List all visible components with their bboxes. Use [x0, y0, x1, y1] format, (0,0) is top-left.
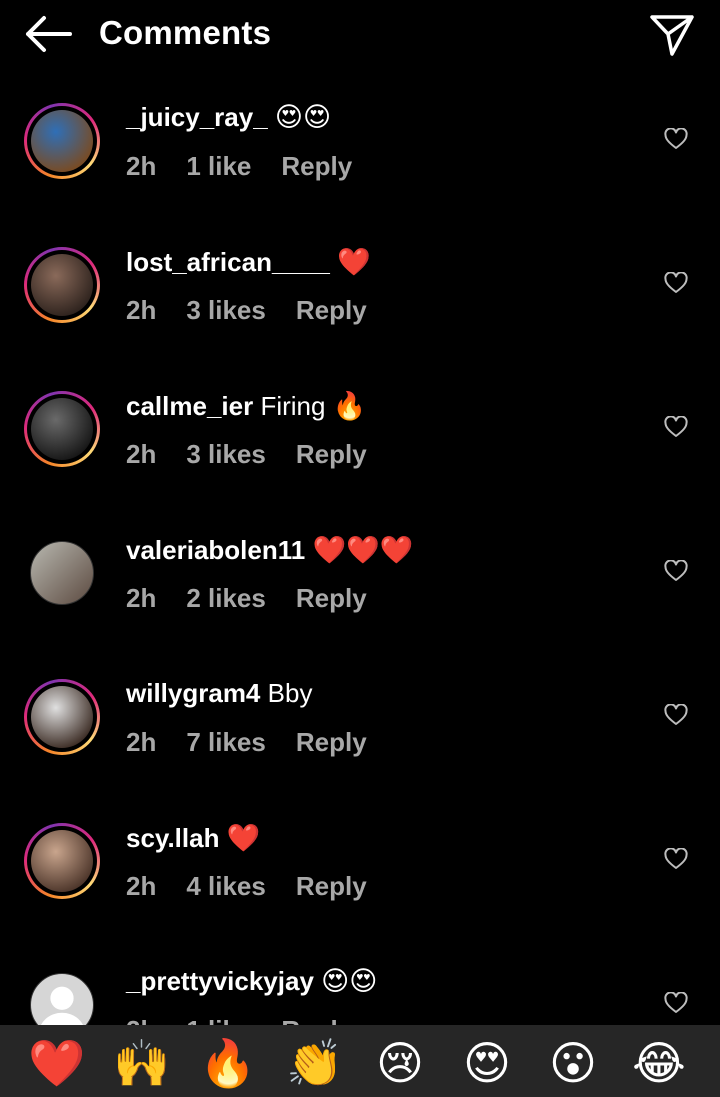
comment-item: callme_ier Firing 🔥 2h 3 likes Reply	[0, 360, 720, 504]
comment-meta: 2h 3 likes Reply	[126, 439, 397, 470]
avatar[interactable]	[24, 535, 100, 611]
avatar[interactable]	[24, 391, 100, 467]
username[interactable]: scy.llah	[126, 823, 219, 853]
comment-emojis: 😍😍	[321, 966, 378, 996]
avatar-image	[31, 254, 93, 316]
comment-item: lost_african____ ❤️ 2h 3 likes Reply	[0, 216, 720, 360]
username[interactable]: willygram4	[126, 678, 260, 708]
likes-count[interactable]: 1 like	[186, 1015, 251, 1025]
reply-button[interactable]: Reply	[296, 871, 367, 901]
avatar[interactable]	[24, 679, 100, 755]
reply-button[interactable]: Reply	[296, 439, 367, 469]
likes-count[interactable]: 7 likes	[186, 727, 266, 757]
comment-emojis: ❤️	[337, 247, 371, 277]
reaction-emoji[interactable]: 👏	[285, 1036, 345, 1090]
reply-button[interactable]: Reply	[296, 295, 367, 325]
comment-time: 2h	[126, 871, 157, 901]
reply-button[interactable]: Reply	[281, 1015, 352, 1025]
comment-meta: 2h 7 likes Reply	[126, 727, 397, 758]
reaction-emoji[interactable]: ❤️	[27, 1036, 87, 1090]
comment-item: willygram4 Bby 2h 7 likes Reply	[0, 648, 720, 792]
reaction-emoji[interactable]: 😍	[457, 1036, 517, 1090]
avatar-image	[31, 830, 93, 892]
comment-meta: 2h 3 likes Reply	[126, 295, 397, 326]
username[interactable]: lost_african____	[126, 247, 330, 277]
default-avatar-icon	[41, 986, 83, 1025]
avatar-image	[31, 686, 93, 748]
reply-button[interactable]: Reply	[296, 583, 367, 613]
avatar-image	[31, 398, 93, 460]
heart-outline-icon[interactable]	[664, 272, 688, 294]
comments-list[interactable]: _juicy_ray_ 😍😍 2h 1 like Reply lost_african_…	[0, 72, 720, 1025]
comment-time: 2h	[126, 295, 157, 325]
comment-meta: 2h 4 likes Reply	[126, 871, 397, 902]
comment-emojis: ❤️❤️❤️	[312, 535, 414, 565]
avatar-image	[31, 110, 93, 172]
likes-count[interactable]: 3 likes	[186, 295, 266, 325]
heart-outline-icon[interactable]	[664, 992, 688, 1014]
comment-item: scy.llah ❤️ 2h 4 likes Reply	[0, 792, 720, 936]
avatar-image	[30, 541, 94, 605]
heart-outline-icon[interactable]	[664, 704, 688, 726]
comment-meta: 2h 2 likes Reply	[126, 583, 397, 614]
heart-outline-icon[interactable]	[664, 848, 688, 870]
comment-body: Firing	[260, 391, 326, 421]
heart-outline-icon[interactable]	[664, 128, 688, 150]
avatar[interactable]	[24, 103, 100, 179]
comment-text: callme_ier Firing 🔥	[126, 390, 366, 422]
comment-text: scy.llah ❤️	[126, 822, 260, 854]
reaction-emoji[interactable]: 🙌	[112, 1036, 172, 1090]
comment-time: 2h	[126, 439, 157, 469]
page-title: Comments	[99, 14, 272, 51]
comment-text: willygram4 Bby	[126, 678, 312, 709]
likes-count[interactable]: 4 likes	[186, 871, 266, 901]
comment-text: _prettyvickyjay 😍😍	[126, 966, 377, 997]
comment-text: valeriabolen11 ❤️❤️❤️	[126, 534, 413, 566]
comment-body: Bby	[267, 678, 313, 708]
username[interactable]: _prettyvickyjay	[126, 966, 314, 996]
comment-item: _juicy_ray_ 😍😍 2h 1 like Reply	[0, 72, 720, 216]
comment-emojis: 😍😍	[274, 102, 332, 132]
reply-button[interactable]: Reply	[296, 727, 367, 757]
comment-meta: 2h 1 like Reply	[126, 1015, 382, 1025]
avatar[interactable]	[24, 823, 100, 899]
top-bar: Comments	[0, 0, 720, 72]
likes-count[interactable]: 3 likes	[186, 439, 266, 469]
reaction-emoji[interactable]: 😢	[370, 1036, 430, 1090]
comment-emojis: 🔥	[332, 391, 367, 421]
username[interactable]: _juicy_ray_	[126, 102, 268, 132]
comment-time: 2h	[126, 583, 157, 613]
comment-emojis: ❤️	[226, 823, 261, 853]
reply-button[interactable]: Reply	[281, 151, 352, 181]
comment-time: 2h	[126, 727, 157, 757]
username[interactable]: valeriabolen11	[126, 535, 305, 565]
reaction-emoji[interactable]: 🔥	[198, 1036, 258, 1090]
reaction-emoji[interactable]: 😂	[629, 1036, 689, 1090]
comment-text: _juicy_ray_ 😍😍	[126, 102, 331, 133]
heart-outline-icon[interactable]	[664, 560, 688, 582]
comment-time: 2h	[126, 1015, 156, 1025]
arrow-left-icon[interactable]	[22, 14, 74, 54]
likes-count[interactable]: 2 likes	[186, 583, 266, 613]
comment-meta: 2h 1 like Reply	[126, 151, 382, 182]
comment-time: 2h	[126, 151, 157, 181]
avatar[interactable]	[24, 967, 100, 1025]
comment-item: _prettyvickyjay 😍😍 2h 1 like Reply	[0, 936, 720, 1025]
username[interactable]: callme_ier	[126, 391, 253, 421]
comment-item: valeriabolen11 ❤️❤️❤️ 2h 2 likes Reply	[0, 504, 720, 648]
likes-count[interactable]: 1 like	[186, 151, 251, 181]
heart-outline-icon[interactable]	[664, 416, 688, 438]
paper-plane-icon[interactable]	[648, 12, 696, 58]
avatar[interactable]	[24, 247, 100, 323]
comment-text: lost_african____ ❤️	[126, 246, 371, 278]
reaction-bar: ❤️ 🙌 🔥 👏 😢 😍 😮 😂	[0, 1025, 720, 1097]
reaction-emoji[interactable]: 😮	[543, 1036, 603, 1090]
